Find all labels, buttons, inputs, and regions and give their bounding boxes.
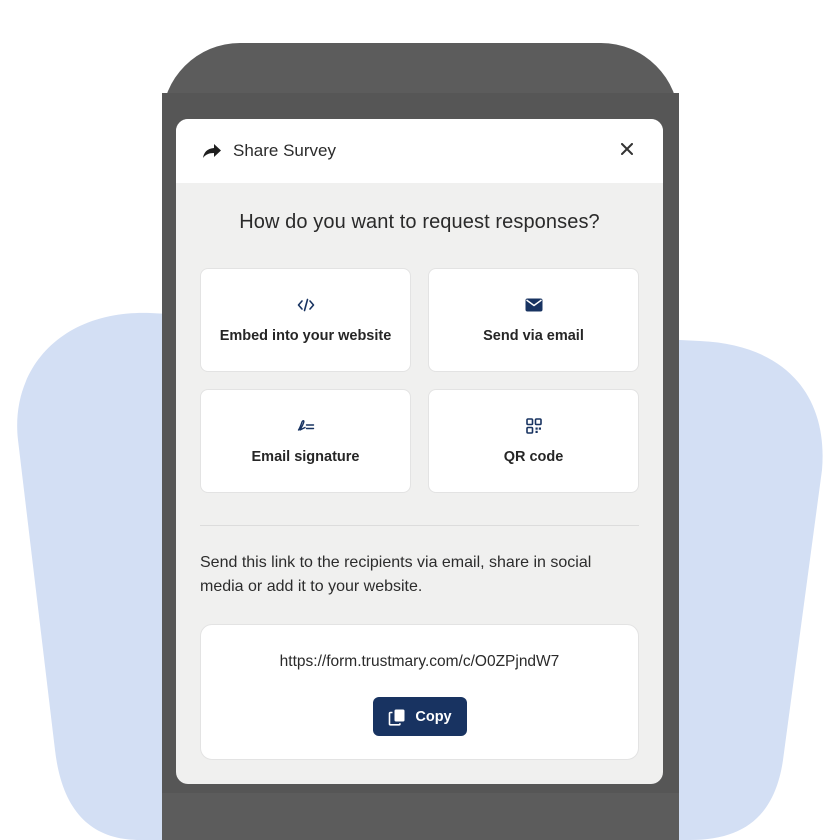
close-button[interactable]	[615, 139, 639, 163]
option-send-email[interactable]: Send via email	[428, 268, 639, 372]
option-embed-website[interactable]: Embed into your website	[200, 268, 411, 372]
question-heading: How do you want to request responses?	[239, 211, 600, 233]
qr-code-icon	[525, 417, 542, 435]
option-qr-code[interactable]: QR code	[428, 389, 639, 493]
share-link-card: https://form.trustmary.com/c/O0ZPjndW7 C…	[200, 624, 639, 760]
close-icon	[621, 142, 633, 160]
option-email-signature[interactable]: Email signature	[200, 389, 411, 493]
envelope-icon	[525, 296, 543, 314]
option-label: QR code	[503, 449, 564, 465]
share-instructions: Send this link to the recipients via ema…	[200, 554, 592, 595]
option-label: Send via email	[483, 328, 584, 344]
copy-icon	[388, 708, 406, 726]
code-icon	[297, 296, 315, 314]
modal-title: Share Survey	[233, 141, 336, 160]
copy-button[interactable]: Copy	[373, 697, 467, 736]
survey-link-url[interactable]: https://form.trustmary.com/c/O0ZPjndW7	[201, 653, 638, 671]
share-options-grid: Embed into your website Send via email E…	[200, 268, 639, 493]
section-divider	[200, 525, 639, 526]
copy-button-label: Copy	[415, 708, 452, 725]
option-label: Embed into your website	[219, 328, 392, 344]
share-survey-modal: Share Survey How do you want to request …	[176, 119, 663, 784]
option-label: Email signature	[251, 449, 360, 465]
signature-icon	[297, 417, 315, 435]
share-arrow-icon	[202, 140, 224, 162]
modal-header: Share Survey	[176, 119, 663, 183]
